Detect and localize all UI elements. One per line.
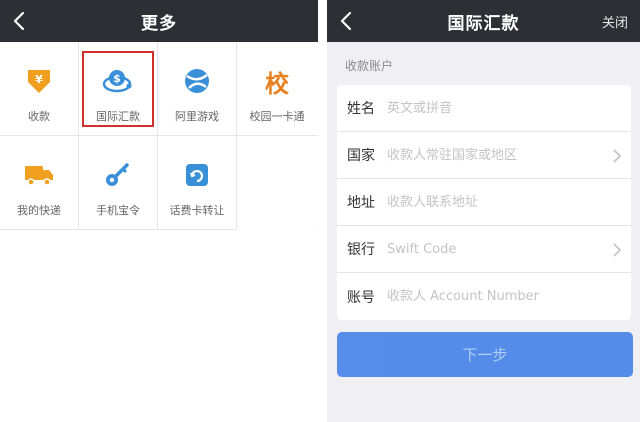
grid-item-label: 阿里游戏 — [175, 110, 219, 123]
field-label: 地址 — [347, 195, 375, 211]
more-navbar: 更多 — [0, 0, 318, 42]
highlight-box — [82, 51, 154, 127]
grid-item-phone-token[interactable]: 手机宝令 — [79, 136, 158, 230]
back-arrow-icon[interactable] — [10, 9, 30, 33]
back-arrow-icon[interactable] — [337, 9, 357, 33]
grid-item-label: 话费卡转让 — [169, 204, 225, 217]
field-label: 姓名 — [347, 101, 375, 117]
game-ball-icon — [180, 64, 214, 98]
chevron-right-icon — [613, 149, 621, 163]
phone-card-icon — [180, 158, 214, 192]
grid-row: 我的快递 手机宝令 话费卡转让 — [0, 136, 318, 230]
payee-form: 姓名 国家 地址 银行 账号 — [337, 85, 631, 320]
grid-item-label: 手机宝令 — [96, 204, 140, 217]
grid-row: ¥ 收款 $ 国际汇款 阿里游戏 校 校园一卡通 — [0, 42, 318, 136]
grid-empty-cell — [237, 136, 317, 230]
country-row[interactable]: 国家 — [337, 132, 631, 179]
remittance-screen: 国际汇款 关闭 收款账户 姓名 国家 地址 银行 账号 — [327, 0, 640, 422]
bank-row[interactable]: 银行 — [337, 226, 631, 273]
country-input[interactable] — [387, 147, 607, 163]
more-screen: 更多 ¥ 收款 $ 国际汇款 阿里游戏 校 校园一卡通 我的快递 手机宝令 话费… — [0, 0, 318, 422]
swift-code-input[interactable] — [387, 241, 607, 257]
grid-item-campus-card[interactable]: 校 校园一卡通 — [237, 42, 317, 136]
grid-item-my-express[interactable]: 我的快递 — [0, 136, 79, 230]
screen-divider — [318, 0, 327, 422]
page-title: 更多 — [141, 13, 177, 34]
grid-item-phone-card-transfer[interactable]: 话费卡转让 — [158, 136, 237, 230]
svg-text:¥: ¥ — [35, 73, 43, 86]
grid-item-collect[interactable]: ¥ 收款 — [0, 42, 79, 136]
next-step-button[interactable]: 下一步 — [337, 332, 633, 377]
grid-item-label: 收款 — [28, 110, 50, 123]
address-input[interactable] — [387, 194, 607, 210]
section-label: 收款账户 — [345, 59, 394, 73]
close-button[interactable]: 关闭 — [602, 12, 628, 31]
page-title: 国际汇款 — [447, 13, 520, 34]
name-input[interactable] — [387, 100, 607, 116]
account-number-input[interactable] — [387, 289, 607, 304]
address-row: 地址 — [337, 179, 631, 226]
grid-item-label: 我的快递 — [17, 204, 61, 217]
field-label: 账号 — [347, 289, 375, 306]
grid-item-ali-games[interactable]: 阿里游戏 — [158, 42, 237, 136]
chevron-right-icon — [613, 243, 621, 257]
field-label: 国家 — [347, 148, 375, 164]
delivery-truck-icon — [22, 158, 56, 192]
service-grid: ¥ 收款 $ 国际汇款 阿里游戏 校 校园一卡通 我的快递 手机宝令 话费卡转让 — [0, 42, 318, 230]
account-row: 账号 — [337, 273, 631, 320]
yuan-shield-icon: ¥ — [22, 64, 56, 98]
field-label: 银行 — [347, 242, 375, 258]
grid-item-label: 校园一卡通 — [249, 110, 305, 123]
key-icon — [101, 158, 135, 192]
remittance-navbar: 国际汇款 关闭 — [327, 0, 640, 42]
campus-card-icon: 校 — [265, 68, 289, 98]
name-row: 姓名 — [337, 85, 631, 132]
